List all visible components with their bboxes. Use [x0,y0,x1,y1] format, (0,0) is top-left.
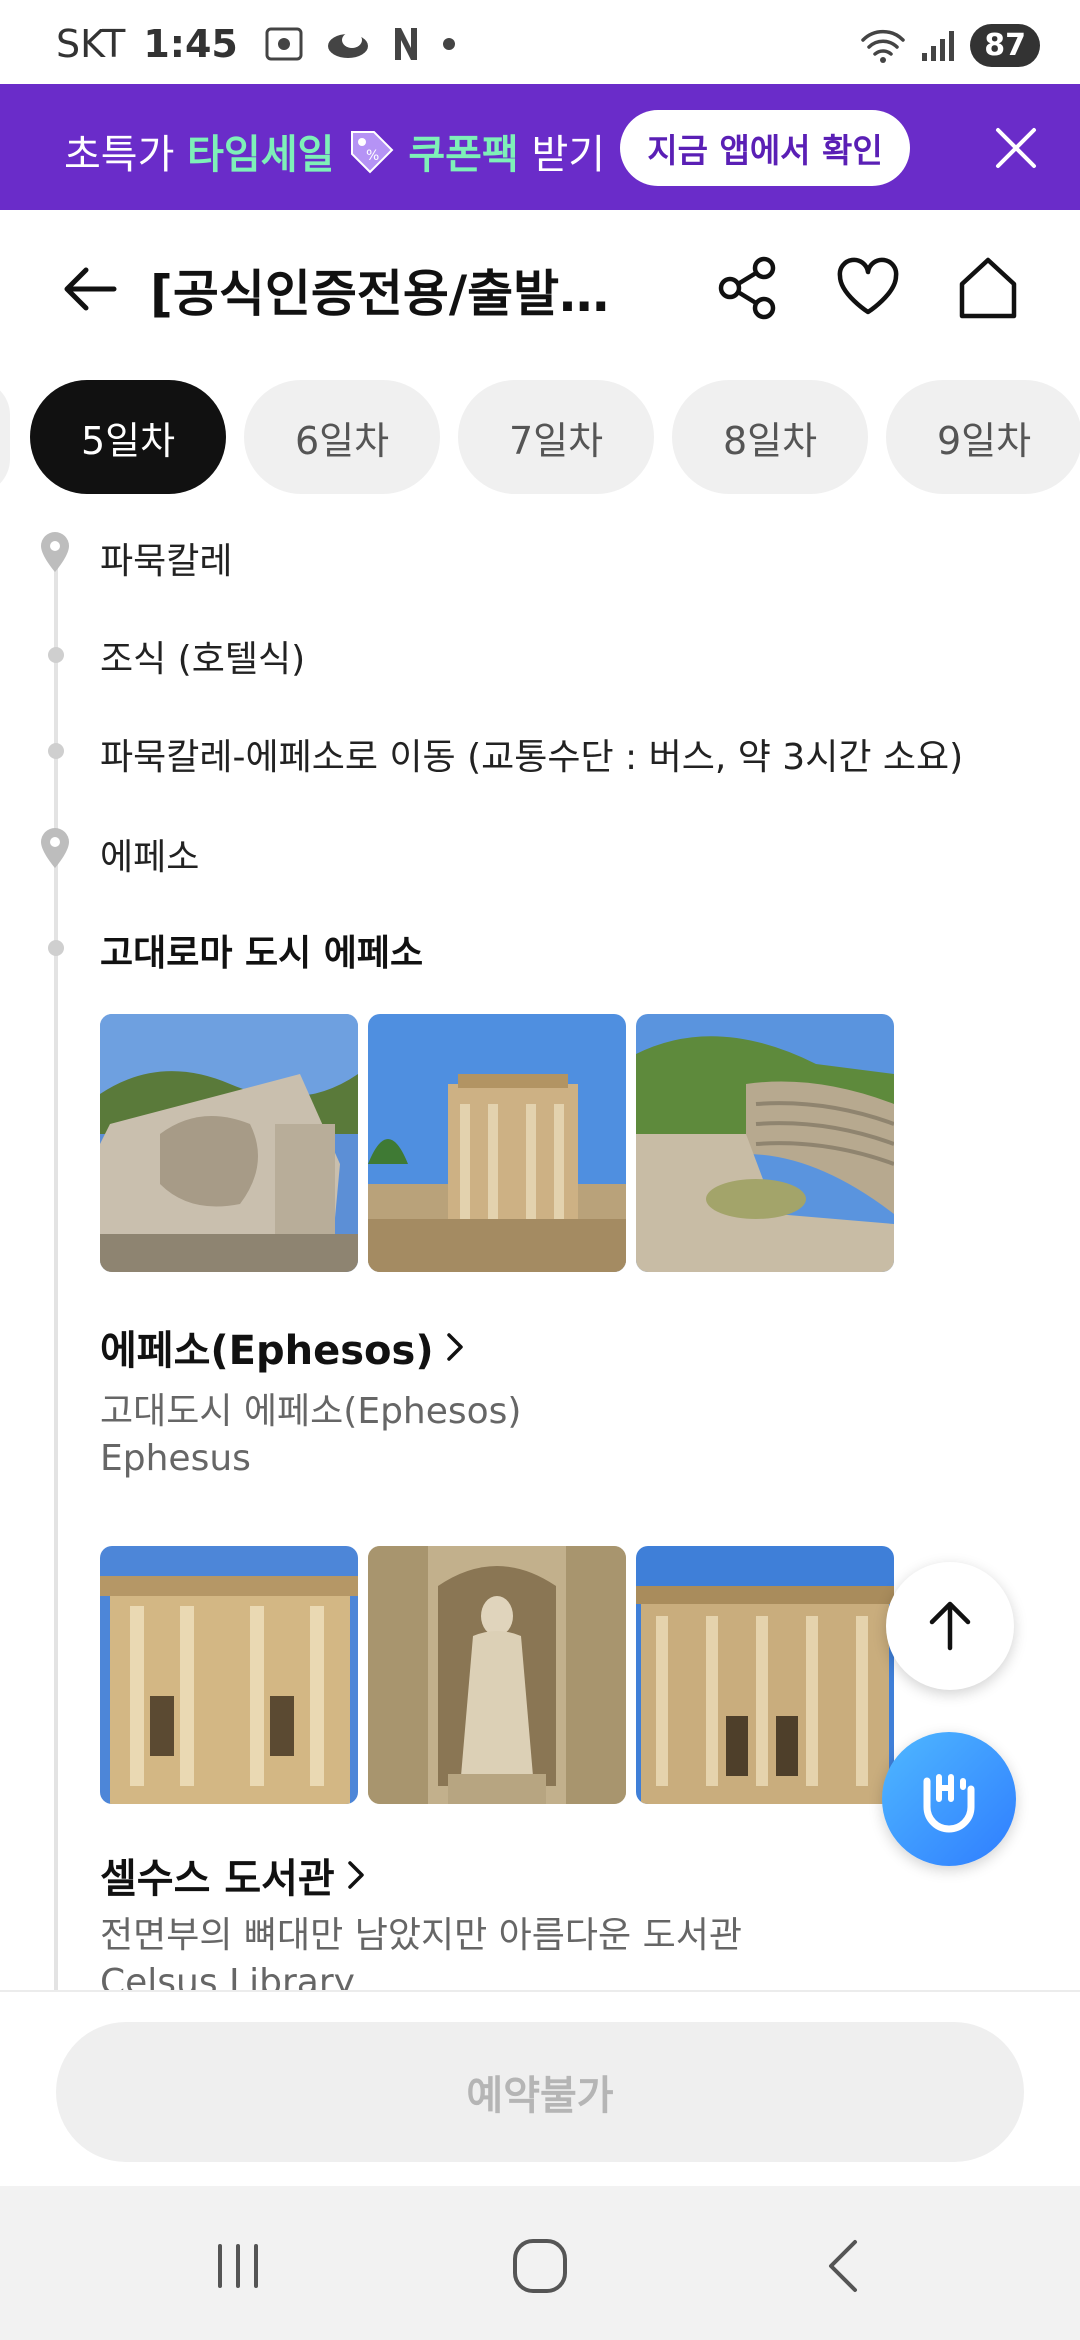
itinerary-location: 에페소 [100,837,200,878]
share-icon[interactable] [712,252,784,324]
tab-day-8[interactable]: 8일차 [672,380,868,494]
ephesos-photo-row [100,1014,894,1272]
timeline-dot [48,647,64,663]
carrier-label: SKT [56,22,126,66]
photo-celsus-library[interactable] [368,1014,626,1272]
itinerary-item: 파묵칼레-에페소로 이동 (교통수단 : 버스, 약 3시간 소요) [100,737,964,778]
wifi-icon [861,29,905,63]
home-nav-button[interactable] [500,2226,580,2306]
battery-indicator: 87 [970,24,1040,67]
photo-celsus-front[interactable] [636,1546,894,1804]
timeline-dot [48,743,64,759]
bottom-action-bar: 예약불가 [0,1990,1080,2186]
chatbot-button[interactable] [882,1732,1016,1866]
chevron-right-icon [347,1861,364,1889]
itinerary-location: 파묵칼레 [100,541,233,582]
home-icon[interactable] [952,252,1024,324]
chevron-left-icon [829,2240,857,2292]
status-bar: SKT 1:45 87 [0,0,1080,84]
promo-banner[interactable]: 초특가 타임세일 % 쿠폰팩 받기 지금 앱에서 확인 [0,84,1080,210]
place-link-ephesos[interactable]: 에페소(Ephesos) [100,1318,468,1376]
home-circle-icon [513,2239,567,2293]
promo-text-pre: 초특가 [64,132,175,178]
coupon-tag-icon: % [351,131,394,174]
heart-icon[interactable] [832,252,904,324]
recent-apps-button[interactable] [198,2226,278,2306]
n-app-icon [394,28,417,60]
svg-text:%: % [366,148,379,164]
page-title: [공식인증전용/출발확정] 튀르키예 일주 9일 [150,265,650,323]
tab-day-5[interactable]: 5일차 [30,380,226,494]
photo-nike-relief[interactable] [100,1014,358,1272]
back-nav-button[interactable] [804,2226,884,2306]
signal-icon [922,30,955,61]
place-english-name: Celsus Library [100,1962,355,1990]
photo-theatre[interactable] [636,1014,894,1272]
tab-day-9[interactable]: 9일차 [886,380,1080,494]
arrow-up-icon [929,1601,971,1651]
place-subtitle: 고대도시 에페소(Ephesos) [100,1391,522,1432]
page-header: [공식인증전용/출발확정] 튀르키예 일주 9일 [0,210,1080,360]
clock: 1:45 [143,22,238,66]
close-icon[interactable] [992,124,1040,172]
promo-text: 초특가 타임세일 % 쿠폰팩 받기 [64,122,605,180]
promo-text-post: 받기 [531,132,606,178]
open-app-button[interactable]: 지금 앱에서 확인 [620,110,910,186]
place-title: 에페소(Ephesos) [100,1328,434,1374]
location-pin-icon [41,828,69,868]
tab-day-7[interactable]: 7일차 [458,380,654,494]
tab-day-6[interactable]: 6일차 [244,380,440,494]
scroll-top-button[interactable] [886,1562,1014,1690]
itinerary-item-heading: 고대로마 도시 에페소 [100,933,424,974]
promo-coupon-pack: 쿠폰팩 [408,132,519,178]
reserve-button[interactable]: 예약불가 [56,2022,1024,2162]
location-pin-icon [41,532,69,572]
place-title: 셀수스 도서관 [100,1856,335,1902]
arrow-left-icon[interactable] [56,254,126,324]
system-navigation-bar [0,2186,1080,2340]
screenshot-icon [265,27,303,61]
place-link-celsus[interactable]: 셀수스 도서관 [100,1846,369,1904]
hi-hand-icon [923,1774,975,1833]
place-subtitle: 전면부의 뼈대만 남았지만 아름다운 도서관 [100,1915,742,1956]
photo-celsus-statue[interactable] [368,1546,626,1804]
notification-dot-icon [442,38,455,50]
promo-time-sale: 타임세일 [187,132,335,178]
place-english-name: Ephesus [100,1438,251,1479]
photo-celsus-facade[interactable] [100,1546,358,1804]
celsus-photo-row [100,1546,894,1804]
day-tabs: 5일차 6일차 7일차 8일차 9일차 [0,380,1080,496]
chevron-right-icon [446,1333,463,1361]
recent-apps-icon [218,2244,258,2288]
timeline-dot [48,940,64,956]
cloud-icon [327,32,368,58]
tab-day-prev[interactable] [0,380,10,494]
itinerary-item: 조식 (호텔식) [100,639,306,680]
